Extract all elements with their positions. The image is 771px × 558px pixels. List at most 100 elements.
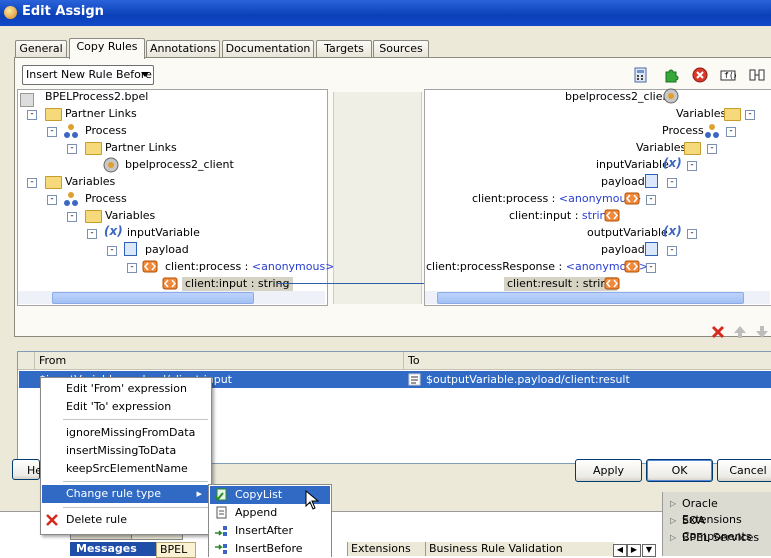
submenu-arrow-icon: ▸ (196, 487, 202, 500)
delete-icon[interactable] (692, 67, 708, 83)
target-input-variable[interactable]: inputVariable (596, 158, 669, 172)
mapping-area[interactable] (333, 92, 422, 304)
menu-insert-missing-to-data[interactable]: insertMissingToData (42, 442, 210, 460)
process-icon (64, 192, 78, 206)
collapse-toggle[interactable]: - (707, 144, 717, 154)
element-icon (624, 260, 640, 273)
tab-targets[interactable]: Targets (316, 40, 372, 58)
menu-ignore-missing-from-data[interactable]: ignoreMissingFromData (42, 424, 210, 442)
submenu-insert-before[interactable]: InsertBefore (210, 540, 330, 558)
insert-rule-label: Insert New Rule Before (26, 68, 152, 81)
collapse-toggle[interactable]: - (667, 178, 677, 188)
palette-soa-components[interactable]: SOA Components (670, 513, 771, 543)
mapper-icon[interactable] (749, 67, 765, 83)
collapse-toggle[interactable]: - (47, 127, 57, 137)
collapse-toggle[interactable]: - (67, 212, 77, 222)
collapse-toggle[interactable]: - (87, 229, 97, 239)
menu-change-rule-type[interactable]: Change rule type ▸ (42, 485, 210, 503)
menu-keep-src-element-name[interactable]: keepSrcElementName (42, 460, 210, 478)
menu-delete-rule[interactable]: Delete rule (42, 511, 210, 529)
target-variables-2[interactable]: Variables (636, 141, 686, 155)
tab-menu-icon[interactable]: ▼ (642, 544, 656, 557)
menu-edit-to-expression[interactable]: Edit 'To' expression (42, 398, 210, 416)
apply-button[interactable]: Apply (575, 459, 642, 482)
collapse-toggle[interactable]: - (47, 195, 57, 205)
collapse-toggle[interactable]: - (726, 127, 736, 137)
scroll-left-icon[interactable]: ◀ (613, 544, 627, 557)
target-process[interactable]: Process (662, 124, 704, 138)
target-client[interactable]: bpelprocess2_client (565, 90, 674, 104)
tree-client-process[interactable]: client:process : (165, 260, 248, 273)
tree-partner-links-2[interactable]: Partner Links (105, 141, 177, 155)
calculator-icon[interactable] (633, 67, 649, 83)
target-client-result[interactable]: client:result : string (504, 277, 618, 291)
move-up-icon[interactable] (733, 325, 747, 339)
scroll-right-icon[interactable]: ▶ (627, 544, 641, 557)
collapse-toggle[interactable]: - (687, 161, 697, 171)
target-payload[interactable]: payload (601, 175, 645, 189)
folder-icon (45, 176, 62, 189)
palette-bpel-services[interactable]: BPEL Services (670, 530, 759, 546)
cancel-button[interactable]: Cancel (717, 459, 771, 482)
tab-business-rule-validation[interactable]: Business Rule Validation (425, 542, 614, 556)
tab-messages[interactable]: Messages (70, 542, 160, 556)
collapse-toggle[interactable]: - (27, 110, 37, 120)
insert-rule-dropdown[interactable]: Insert New Rule Before (22, 65, 154, 85)
column-header-to[interactable]: To (404, 352, 771, 370)
tab-extensions[interactable]: Extensions (347, 542, 427, 556)
collapse-toggle[interactable]: - (745, 110, 755, 120)
palette-oracle-extensions[interactable]: Oracle Extensions (670, 496, 771, 526)
tab-documentation[interactable]: Documentation (222, 40, 314, 58)
title-bar[interactable]: Edit Assign (0, 0, 771, 26)
collapse-toggle[interactable]: - (67, 144, 77, 154)
collapse-toggle[interactable]: - (646, 263, 656, 273)
collapse-toggle[interactable]: - (127, 263, 137, 273)
message-icon (124, 242, 137, 256)
app-icon (4, 6, 17, 19)
tree-process-2[interactable]: Process (85, 192, 127, 206)
tab-sources[interactable]: Sources (373, 40, 429, 58)
tab-general[interactable]: General (15, 40, 67, 58)
tab-annotations[interactable]: Annotations (146, 40, 220, 58)
collapse-toggle[interactable]: - (646, 195, 656, 205)
target-client-process[interactable]: client:process : (472, 192, 555, 205)
delete-rule-icon[interactable] (711, 325, 725, 339)
tree-client-input[interactable]: client:input : string (182, 277, 293, 291)
ok-button[interactable]: OK (646, 459, 713, 482)
target-client-input[interactable]: client:input : (509, 209, 578, 222)
function-icon[interactable]: f(x) (720, 67, 736, 83)
puzzle-icon[interactable] (663, 67, 679, 83)
move-down-icon[interactable] (755, 325, 769, 339)
scroll-thumb[interactable] (52, 292, 254, 304)
bpel-file-icon (20, 93, 34, 107)
tree-root-bpel[interactable]: BPELProcess2.bpel (45, 90, 148, 104)
target-variables[interactable]: Variables (676, 107, 726, 121)
tree-payload[interactable]: payload (145, 243, 189, 257)
scroll-thumb[interactable] (437, 292, 744, 304)
tree-input-variable[interactable]: inputVariable (127, 226, 200, 240)
collapse-toggle[interactable]: - (667, 246, 677, 256)
column-header-from[interactable]: From (35, 352, 404, 370)
window-title: Edit Assign (22, 4, 104, 19)
help-button[interactable]: He (12, 459, 42, 480)
element-icon (604, 209, 620, 222)
tab-copy-rules[interactable]: Copy Rules (69, 38, 145, 59)
tree-variables-2[interactable]: Variables (105, 209, 155, 223)
insert-before-icon (215, 544, 227, 554)
target-payload-2[interactable]: payload (601, 243, 645, 257)
tree-variables[interactable]: Variables (65, 175, 115, 189)
tree-client[interactable]: bpelprocess2_client (125, 158, 234, 172)
collapse-toggle[interactable]: - (687, 229, 697, 239)
tree-partner-links[interactable]: Partner Links (65, 107, 137, 121)
target-client-process-response[interactable]: client:processResponse : (426, 260, 562, 273)
collapse-toggle[interactable]: - (27, 178, 37, 188)
target-output-variable[interactable]: outputVariable (587, 226, 668, 240)
menu-edit-from-expression[interactable]: Edit 'From' expression (42, 380, 210, 398)
source-scrollbar[interactable] (18, 291, 325, 304)
message-icon (645, 174, 658, 188)
submenu-insert-after[interactable]: InsertAfter (210, 522, 330, 540)
collapse-toggle[interactable]: - (107, 246, 117, 256)
tree-process[interactable]: Process (85, 124, 127, 138)
rule-to[interactable]: $outputVariable.payload/client:result (426, 371, 630, 388)
target-scrollbar[interactable] (425, 291, 770, 304)
